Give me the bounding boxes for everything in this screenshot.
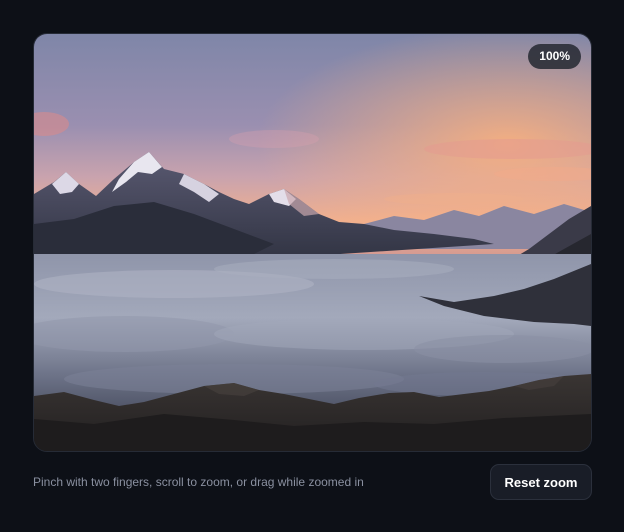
landscape-photo[interactable]: [34, 34, 591, 451]
viewer-footer: Pinch with two fingers, scroll to zoom, …: [33, 464, 592, 500]
zoomable-image-viewer[interactable]: 100%: [33, 33, 592, 452]
zoom-hint-text: Pinch with two fingers, scroll to zoom, …: [33, 475, 364, 489]
zoom-level-badge: 100%: [528, 44, 581, 69]
reset-zoom-button[interactable]: Reset zoom: [490, 464, 592, 500]
